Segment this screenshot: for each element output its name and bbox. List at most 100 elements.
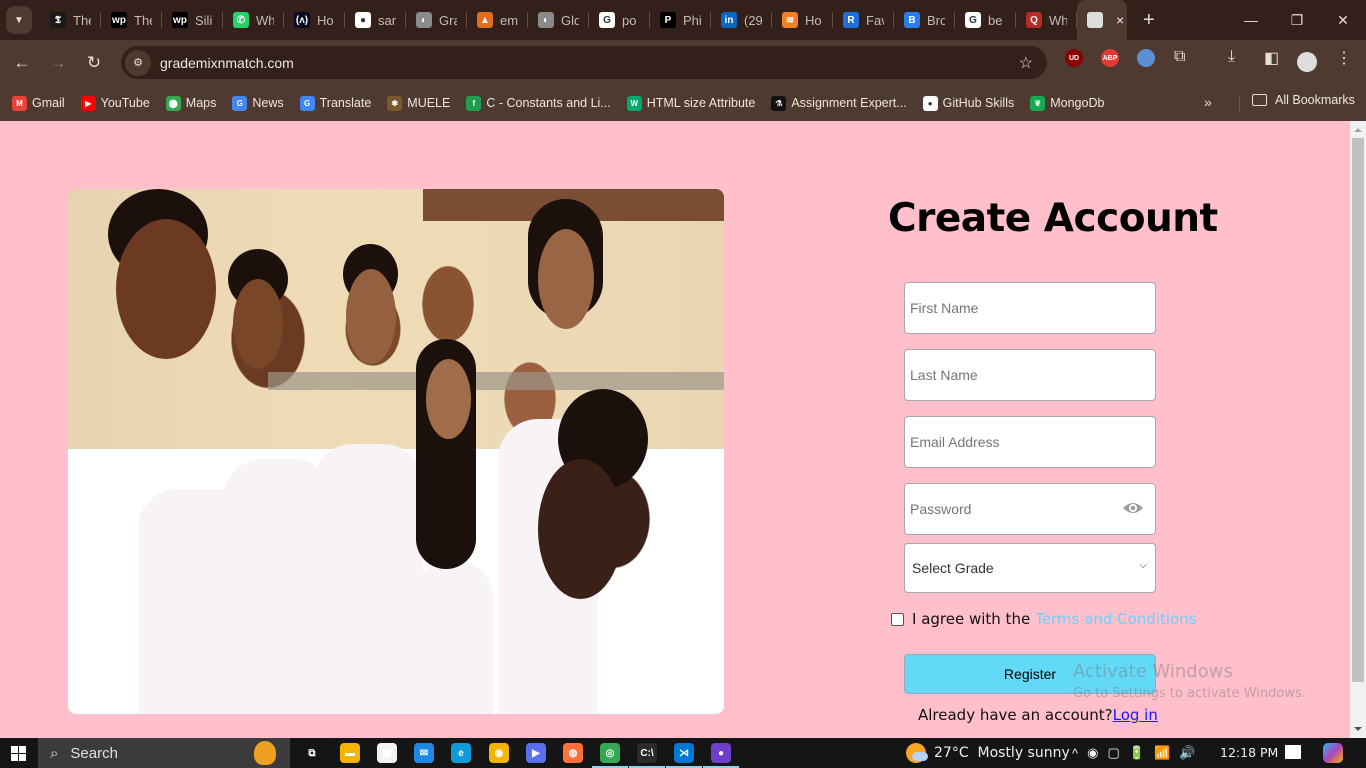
browser-tab[interactable]: ◐ Glo — [528, 0, 589, 40]
profile-avatar[interactable] — [1297, 52, 1317, 72]
url-text[interactable]: grademixnmatch.com — [160, 55, 294, 71]
browser-tab[interactable]: Gpo — [589, 0, 650, 40]
first-name-field[interactable] — [904, 282, 1156, 334]
browser-tab[interactable]: in (29 — [711, 0, 772, 40]
clock[interactable]: 12:18 PM — [1220, 745, 1278, 760]
firefox-icon[interactable]: ◍ — [563, 743, 583, 763]
bookmark-label: Maps — [185, 96, 217, 110]
bookmark-item[interactable]: G News — [232, 95, 284, 111]
browser-tab[interactable]: wp Sili — [162, 0, 223, 40]
bookmark-item[interactable]: ⚗ Assignment Expert... — [771, 95, 907, 111]
bookmark-item[interactable]: W HTML size Attribute — [626, 95, 755, 111]
vertical-scrollbar[interactable] — [1350, 121, 1366, 738]
vpn-icon[interactable]: ◉ — [489, 743, 509, 763]
minimize-button[interactable]: — — [1228, 0, 1274, 40]
watermark-subtitle: Go to Settings to activate Windows. — [1073, 686, 1306, 701]
new-tab-button[interactable]: + — [1143, 9, 1155, 32]
back-button[interactable]: ← — [4, 45, 40, 81]
login-link[interactable]: Log in — [1113, 706, 1158, 724]
first-name-input[interactable] — [910, 283, 1155, 333]
tab-title: Bro — [927, 12, 945, 28]
youtube-icon: ▶ — [80, 95, 96, 111]
bookmark-star-icon[interactable]: ☆ — [1019, 53, 1033, 73]
close-window-button[interactable]: ✕ — [1320, 0, 1366, 40]
email-input[interactable] — [910, 417, 1155, 467]
scrollbar-thumb[interactable] — [1352, 138, 1364, 682]
browser-tab[interactable]: R Fav — [833, 0, 894, 40]
browser-tab[interactable]: ✆ Wh — [223, 0, 284, 40]
record-icon[interactable]: ◉ — [1087, 745, 1098, 761]
bookmark-item[interactable]: G Translate — [299, 95, 371, 111]
browser-tab[interactable]: ▲ em — [467, 0, 528, 40]
browser-tab[interactable]: ≋ Ho — [772, 0, 833, 40]
email-field[interactable] — [904, 416, 1156, 468]
last-name-input[interactable] — [910, 350, 1155, 400]
close-tab-icon[interactable]: × — [1116, 12, 1124, 28]
bookmark-item[interactable]: M Gmail — [12, 95, 65, 111]
volume-icon[interactable]: 🔊 — [1179, 745, 1195, 761]
video-app-icon[interactable]: ▶ — [526, 743, 546, 763]
start-button[interactable] — [0, 738, 36, 768]
all-bookmarks-button[interactable]: All Bookmarks — [1252, 93, 1355, 107]
restore-button[interactable]: ❐ — [1274, 0, 1320, 40]
copilot-icon[interactable] — [1323, 743, 1343, 763]
file-explorer-icon[interactable]: ▬ — [340, 743, 360, 763]
browser-tab[interactable]: Q Wh — [1016, 0, 1077, 40]
bookmarks-overflow-button[interactable]: » — [1204, 94, 1212, 110]
tab-search-button[interactable]: ▼ — [6, 6, 32, 34]
scroll-up-arrow-icon[interactable] — [1354, 128, 1362, 132]
browser-tab[interactable]: Gbe — [955, 0, 1016, 40]
bookmark-item[interactable]: f C - Constants and Li... — [466, 95, 611, 111]
camera-icon[interactable]: ▢ — [1107, 745, 1119, 761]
agree-checkbox[interactable] — [891, 612, 904, 626]
terms-link[interactable]: Terms and Conditions — [1035, 610, 1196, 628]
side-panel-icon[interactable]: ◧ — [1264, 48, 1279, 68]
battery-icon[interactable]: 🔋 — [1129, 745, 1145, 761]
github-desktop-icon[interactable]: ● — [703, 743, 739, 768]
grade-select[interactable]: Select Grade ⌵ — [904, 543, 1156, 593]
show-hidden-icons-chevron-icon[interactable]: ^ — [1072, 746, 1078, 761]
google-icon: G — [965, 12, 981, 28]
weather-condition: Mostly sunny — [977, 745, 1070, 761]
extensions-puzzle-icon[interactable]: ⧉ — [1174, 48, 1185, 66]
task-view-icon[interactable]: ⧉ — [302, 743, 322, 763]
site-info-icon[interactable]: ⚙ — [125, 49, 151, 76]
taskbar-search[interactable]: ⌕ Search — [38, 738, 290, 768]
browser-tab[interactable]: P Phi — [650, 0, 711, 40]
reload-button[interactable]: ↻ — [76, 45, 112, 81]
browser-tab[interactable]: ● sar — [345, 0, 406, 40]
forward-button[interactable]: → — [40, 45, 76, 81]
menu-kebab-icon[interactable]: ⋮ — [1336, 48, 1352, 68]
bookmark-item[interactable]: ▶ YouTube — [80, 95, 150, 111]
bookmark-item[interactable]: ● GitHub Skills — [922, 95, 1014, 111]
edge-icon[interactable]: e — [451, 743, 471, 763]
show-password-eye-icon[interactable] — [1122, 500, 1144, 516]
download-icon[interactable]: ⤓ — [1228, 48, 1235, 66]
browser-tab[interactable]: ◐ Gra — [406, 0, 467, 40]
active-tab[interactable]: × — [1077, 0, 1127, 40]
mail-icon[interactable]: ✉ — [414, 743, 434, 763]
browser-tab[interactable]: (ʌ) Ho — [284, 0, 345, 40]
scroll-down-arrow-icon[interactable] — [1354, 727, 1362, 731]
last-name-field[interactable] — [904, 349, 1156, 401]
chrome-icon[interactable]: ◎ — [592, 743, 628, 768]
browser-tab[interactable]: B Bro — [894, 0, 955, 40]
weather-widget[interactable]: 27°C Mostly sunny — [906, 738, 1070, 768]
password-input[interactable] — [910, 484, 1155, 534]
browser-tab[interactable]: wp The — [101, 0, 162, 40]
vscode-icon[interactable]: ⋊ — [666, 743, 702, 768]
ublock-icon[interactable]: UD — [1065, 49, 1083, 67]
bookmark-item[interactable]: ❦ MongoDb — [1030, 95, 1104, 111]
wifi-icon[interactable]: 📶 — [1154, 745, 1170, 761]
password-field[interactable] — [904, 483, 1156, 535]
system-tray: ^ ◉ ▢ 🔋 📶 🔊 — [1072, 738, 1195, 768]
address-bar[interactable]: ⚙ grademixnmatch.com ☆ — [121, 46, 1047, 79]
browser-tab[interactable]: 𝕿 The — [40, 0, 101, 40]
microsoft-store-icon[interactable]: ▦ — [377, 743, 397, 763]
bookmark-item[interactable]: ✱ MUELE — [387, 95, 450, 111]
bookmark-item[interactable]: ⬤ Maps — [165, 95, 217, 111]
adblock-plus-icon[interactable]: ABP — [1101, 49, 1119, 67]
globe-extension-icon[interactable] — [1137, 49, 1155, 67]
notifications-icon[interactable] — [1285, 745, 1301, 759]
terminal-icon[interactable]: C:\ — [629, 743, 665, 768]
